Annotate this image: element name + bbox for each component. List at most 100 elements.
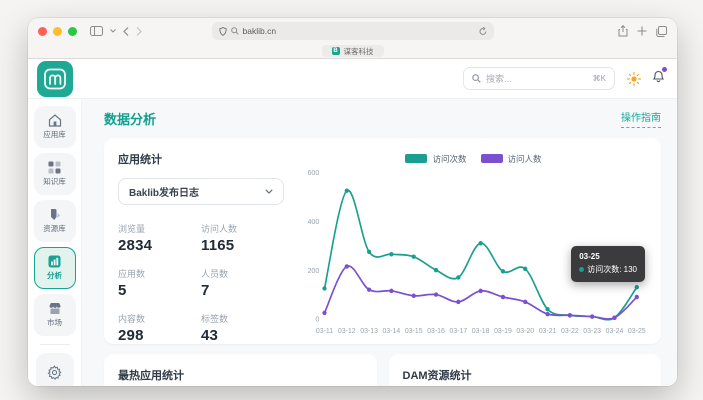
notifications-button[interactable] [652, 69, 665, 88]
svg-text:03-16: 03-16 [427, 327, 445, 335]
svg-text:0: 0 [315, 315, 319, 324]
search-icon [472, 74, 481, 83]
url-text[interactable]: baklib.cn [243, 26, 475, 36]
stats-card-title: 应用统计 [118, 151, 284, 167]
svg-text:03-20: 03-20 [516, 327, 534, 335]
search-shortcut: ⌘K [593, 74, 606, 83]
active-tab[interactable]: B 谋客科技 [322, 45, 384, 57]
svg-text:03-24: 03-24 [606, 327, 624, 335]
main-content: 数据分析 操作指南 应用统计 Baklib发布日志 [82, 99, 677, 386]
notification-dot [662, 67, 667, 72]
pen-icon [48, 208, 61, 221]
chevron-down-icon[interactable] [110, 29, 116, 33]
browser-window: baklib.cn B 谋客科技 [28, 18, 677, 386]
forward-button[interactable] [136, 27, 142, 36]
chart-legend: 访问次数 访问人数 [300, 151, 647, 166]
stat-visitors: 访问人数 1165 [201, 222, 284, 254]
sidebar-item-label: 市场 [47, 317, 62, 328]
reload-button[interactable] [479, 27, 487, 36]
hot-apps-card-title: 最热应用统计 [118, 367, 363, 383]
svg-text:03-11: 03-11 [316, 327, 333, 335]
tab-favicon-icon: B [332, 47, 340, 55]
baklib-app: ⌘K [28, 59, 677, 386]
address-bar[interactable]: baklib.cn [212, 22, 494, 40]
visits-chart: 访问次数 访问人数 0 200 400 600 03-11 03-12 03-13 03-14 0… [300, 151, 647, 336]
sidebar-item-label: 应用库 [43, 129, 66, 140]
svg-text:03-13: 03-13 [360, 327, 378, 335]
legend-item[interactable]: 访问次数 [405, 153, 466, 165]
minimize-button[interactable] [53, 27, 62, 36]
dropdown-value: Baklib发布日志 [129, 184, 199, 199]
svg-text:03-23: 03-23 [583, 327, 601, 335]
guide-link[interactable]: 操作指南 [621, 109, 661, 128]
svg-text:03-15: 03-15 [405, 327, 423, 335]
tab-title: 谋客科技 [344, 46, 374, 57]
sidebar-toggle-button[interactable] [90, 26, 103, 36]
sidebar-item-market[interactable]: 市场 [34, 294, 76, 336]
svg-text:03-21: 03-21 [539, 327, 557, 335]
svg-text:600: 600 [307, 168, 319, 177]
sidebar-item-label: 资源库 [43, 223, 66, 234]
sidebar-item-analytics[interactable]: 分析 [34, 247, 76, 289]
sidebar-divider [40, 344, 70, 345]
stats-grid: 浏览量 2834 访问人数 1165 应用数 5 [118, 222, 284, 344]
grid-icon [48, 161, 61, 174]
hot-apps-card: 最热应用统计 [104, 354, 377, 386]
gear-icon [47, 365, 62, 380]
tab-bar: B 谋客科技 [28, 44, 677, 59]
legend-swatch [405, 154, 427, 163]
sidebar-item-label: 分析 [47, 270, 62, 281]
stat-tags: 标签数 43 [201, 312, 284, 344]
close-button[interactable] [38, 27, 47, 36]
baklib-logo-icon[interactable] [37, 61, 73, 97]
bar-chart-icon [48, 255, 61, 268]
svg-text:03-22: 03-22 [561, 327, 579, 335]
share-button[interactable] [618, 25, 628, 37]
stat-apps: 应用数 5 [118, 267, 201, 299]
home-icon [48, 114, 62, 127]
search-icon [231, 27, 239, 35]
sidebar-item-resources[interactable]: 资源库 [34, 200, 76, 242]
stat-members: 人员数 7 [201, 267, 284, 299]
page-title: 数据分析 [104, 109, 156, 128]
new-tab-button[interactable] [637, 26, 647, 36]
svg-text:03-25: 03-25 [628, 327, 646, 335]
legend-swatch [481, 154, 503, 163]
legend-label: 访问次数 [432, 153, 466, 165]
settings-button[interactable] [36, 353, 74, 386]
theme-toggle-sun-icon[interactable] [627, 72, 641, 86]
traffic-lights [38, 27, 77, 36]
stat-views: 浏览量 2834 [118, 222, 201, 254]
sidebar: 应用库 知识库 资源库 分析 [28, 99, 82, 386]
dam-resources-card-title: DAM资源统计 [403, 367, 648, 383]
stat-contents: 内容数 298 [118, 312, 201, 344]
app-select-dropdown[interactable]: Baklib发布日志 [118, 178, 284, 205]
legend-label: 访问人数 [508, 153, 542, 165]
sidebar-item-apps[interactable]: 应用库 [34, 106, 76, 148]
back-button[interactable] [123, 27, 129, 36]
tooltip-series-dot [579, 267, 584, 272]
svg-text:03-18: 03-18 [472, 327, 490, 335]
svg-text:03-12: 03-12 [338, 327, 356, 335]
svg-text:03-17: 03-17 [449, 327, 467, 335]
chart-tooltip: 03-25 访问次数: 130 [571, 246, 645, 282]
app-header: ⌘K [28, 59, 677, 99]
sidebar-item-knowledge[interactable]: 知识库 [34, 153, 76, 195]
svg-text:400: 400 [307, 217, 319, 226]
chevron-down-icon [265, 189, 273, 194]
app-stats-card: 应用统计 Baklib发布日志 浏览量 2834 [104, 138, 661, 344]
desktop: baklib.cn B 谋客科技 [0, 0, 703, 400]
tabs-overview-button[interactable] [656, 26, 667, 37]
legend-item[interactable]: 访问人数 [481, 153, 542, 165]
zoom-button[interactable] [68, 27, 77, 36]
search-box[interactable]: ⌘K [463, 67, 615, 90]
sidebar-item-label: 知识库 [43, 176, 66, 187]
browser-toolbar: baklib.cn [28, 18, 677, 44]
search-input[interactable] [486, 74, 588, 84]
svg-text:03-19: 03-19 [494, 327, 512, 335]
shield-icon[interactable] [219, 27, 227, 36]
svg-text:03-14: 03-14 [383, 327, 401, 335]
store-icon [48, 302, 62, 315]
svg-text:200: 200 [307, 266, 319, 275]
dam-resources-card: DAM资源统计 [389, 354, 662, 386]
